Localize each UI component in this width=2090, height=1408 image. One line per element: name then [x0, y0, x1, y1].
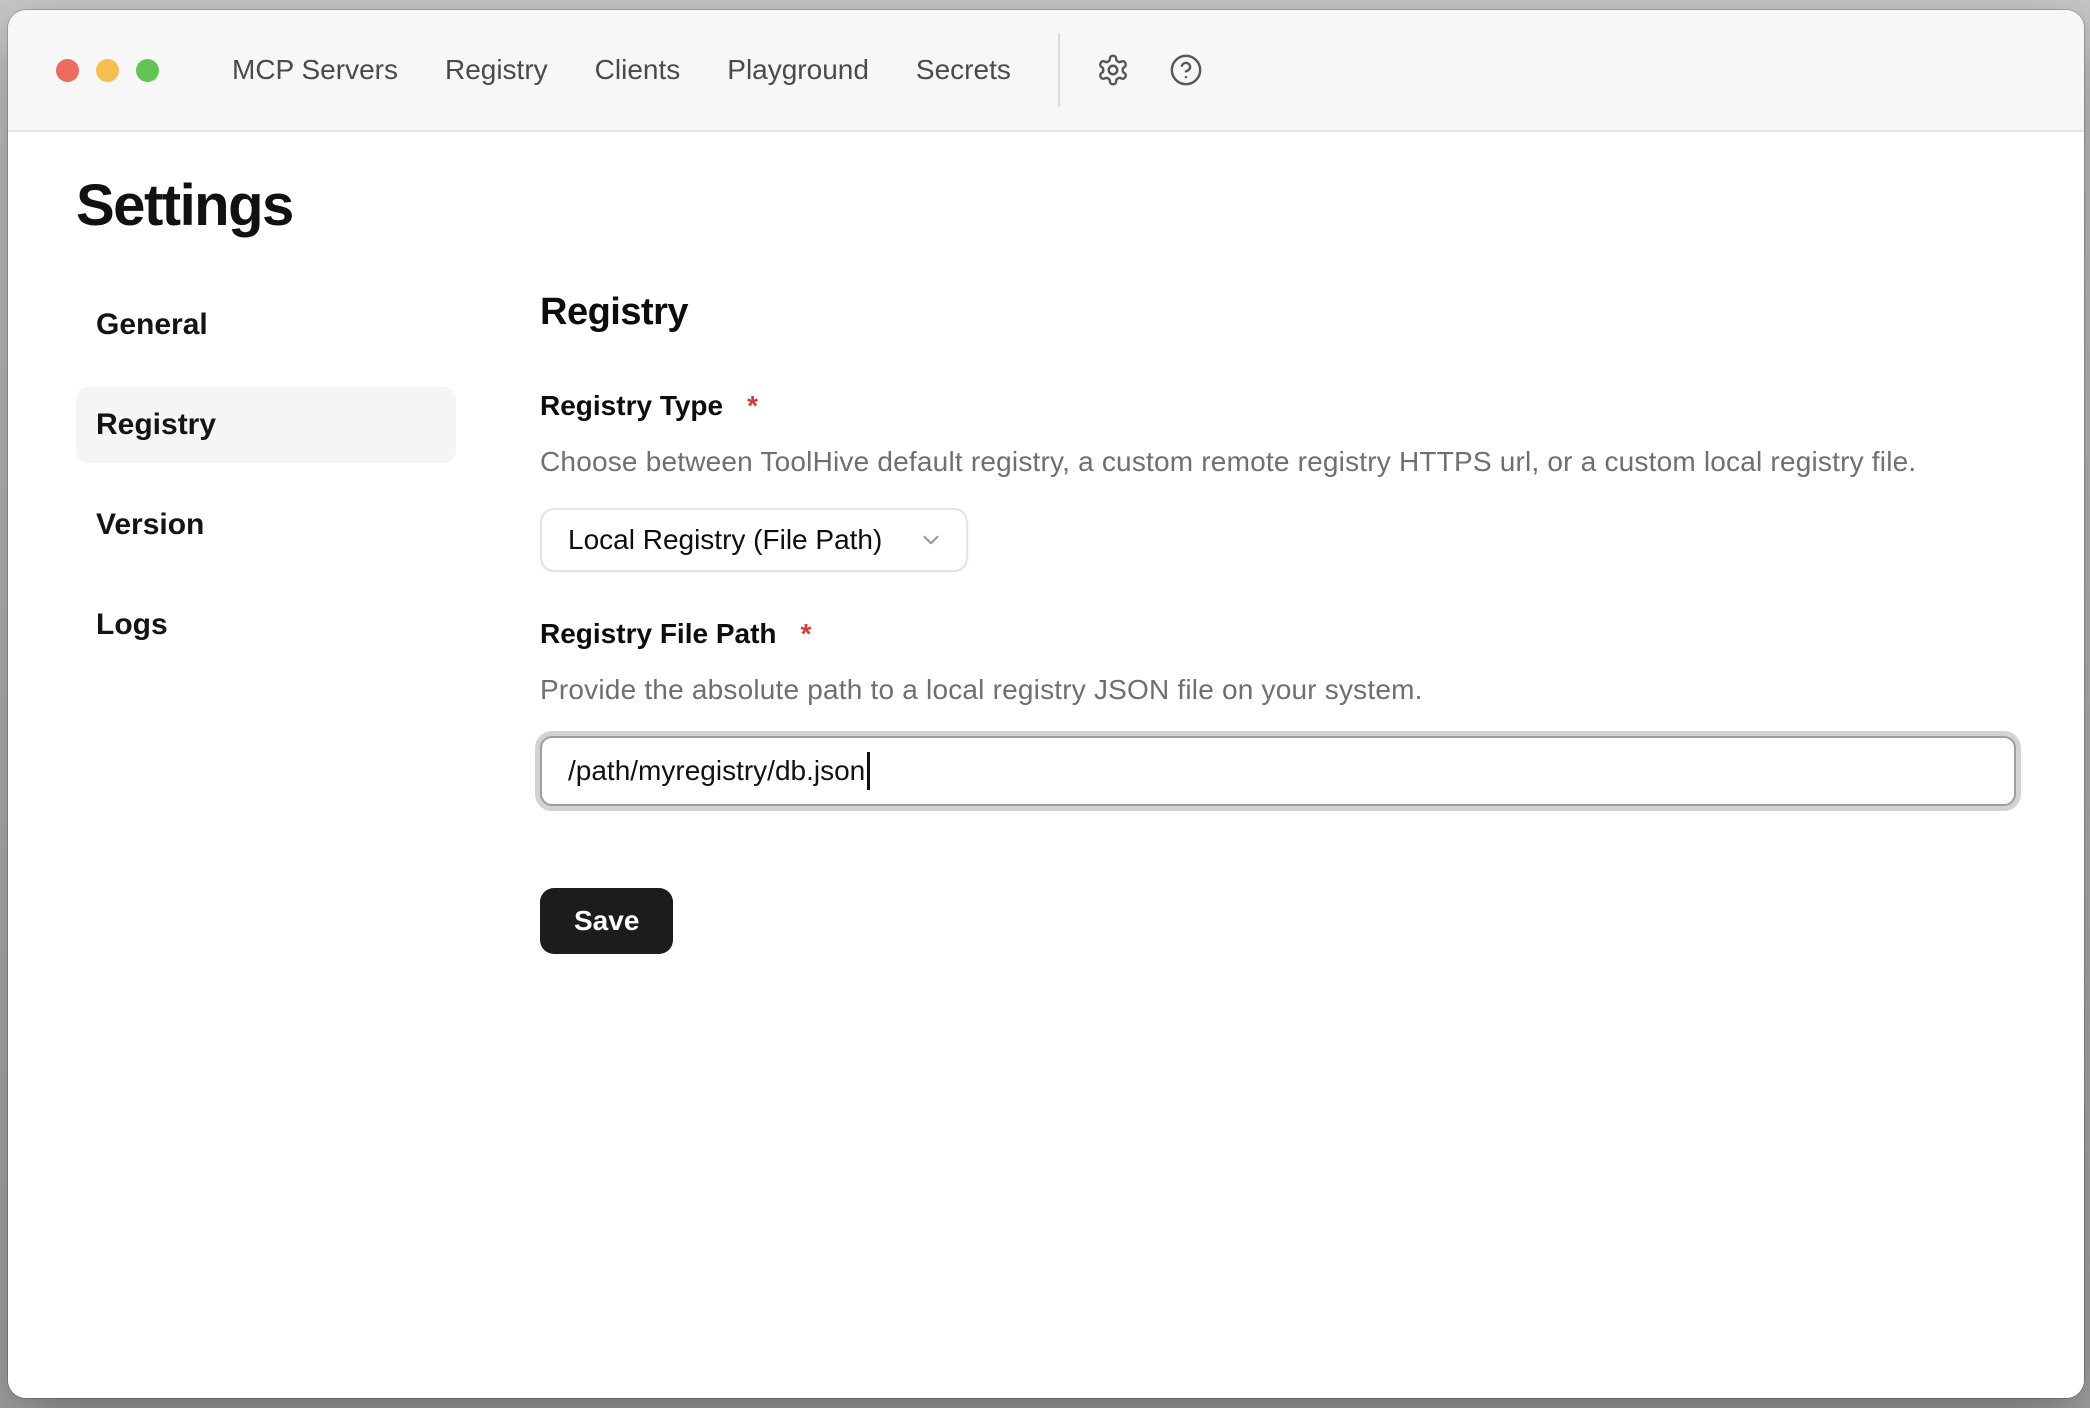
- nav-item-registry[interactable]: Registry: [445, 54, 548, 86]
- minimize-window-button[interactable]: [96, 59, 119, 82]
- registry-type-description: Choose between ToolHive default registry…: [540, 446, 2016, 478]
- section-heading: Registry: [540, 291, 2016, 334]
- settings-page: Settings General Registry Version Logs R…: [8, 132, 2084, 1398]
- registry-settings-panel: Registry Registry Type * Choose between …: [540, 287, 2016, 954]
- help-button[interactable]: [1166, 50, 1206, 90]
- window-titlebar: MCP Servers Registry Clients Playground …: [8, 10, 2084, 132]
- sidebar-item-general[interactable]: General: [76, 287, 456, 363]
- settings-button[interactable]: [1093, 50, 1133, 90]
- text-caret: [867, 752, 870, 790]
- chevron-down-icon: [918, 527, 944, 553]
- nav-item-secrets[interactable]: Secrets: [916, 54, 1011, 86]
- sidebar-item-logs[interactable]: Logs: [76, 587, 456, 663]
- app-window: MCP Servers Registry Clients Playground …: [8, 10, 2084, 1398]
- required-asterisk: *: [801, 618, 812, 650]
- registry-file-path-value: /path/myregistry/db.json: [568, 755, 865, 787]
- nav-item-clients[interactable]: Clients: [595, 54, 681, 86]
- maximize-window-button[interactable]: [136, 59, 159, 82]
- registry-type-select-value: Local Registry (File Path): [568, 524, 882, 556]
- registry-file-path-label: Registry File Path: [540, 618, 777, 650]
- sidebar-item-version[interactable]: Version: [76, 487, 456, 563]
- registry-type-select[interactable]: Local Registry (File Path): [540, 508, 968, 572]
- close-window-button[interactable]: [56, 59, 79, 82]
- page-title: Settings: [76, 170, 2016, 242]
- help-icon: [1169, 53, 1203, 87]
- top-navigation: MCP Servers Registry Clients Playground …: [232, 54, 1011, 86]
- required-asterisk: *: [747, 390, 758, 422]
- traffic-lights: [56, 59, 159, 82]
- titlebar-divider: [1058, 33, 1060, 107]
- save-button[interactable]: Save: [540, 888, 673, 954]
- registry-type-label: Registry Type: [540, 390, 723, 422]
- gear-icon: [1096, 53, 1130, 87]
- sidebar-item-registry[interactable]: Registry: [76, 387, 456, 463]
- registry-file-path-input[interactable]: /path/myregistry/db.json: [540, 736, 2016, 806]
- nav-item-mcp-servers[interactable]: MCP Servers: [232, 54, 398, 86]
- nav-item-playground[interactable]: Playground: [727, 54, 869, 86]
- registry-file-path-description: Provide the absolute path to a local reg…: [540, 674, 2016, 706]
- registry-file-path-field: Registry File Path * Provide the absolut…: [540, 618, 2016, 806]
- settings-sidebar: General Registry Version Logs: [76, 287, 456, 954]
- registry-type-field: Registry Type * Choose between ToolHive …: [540, 390, 2016, 572]
